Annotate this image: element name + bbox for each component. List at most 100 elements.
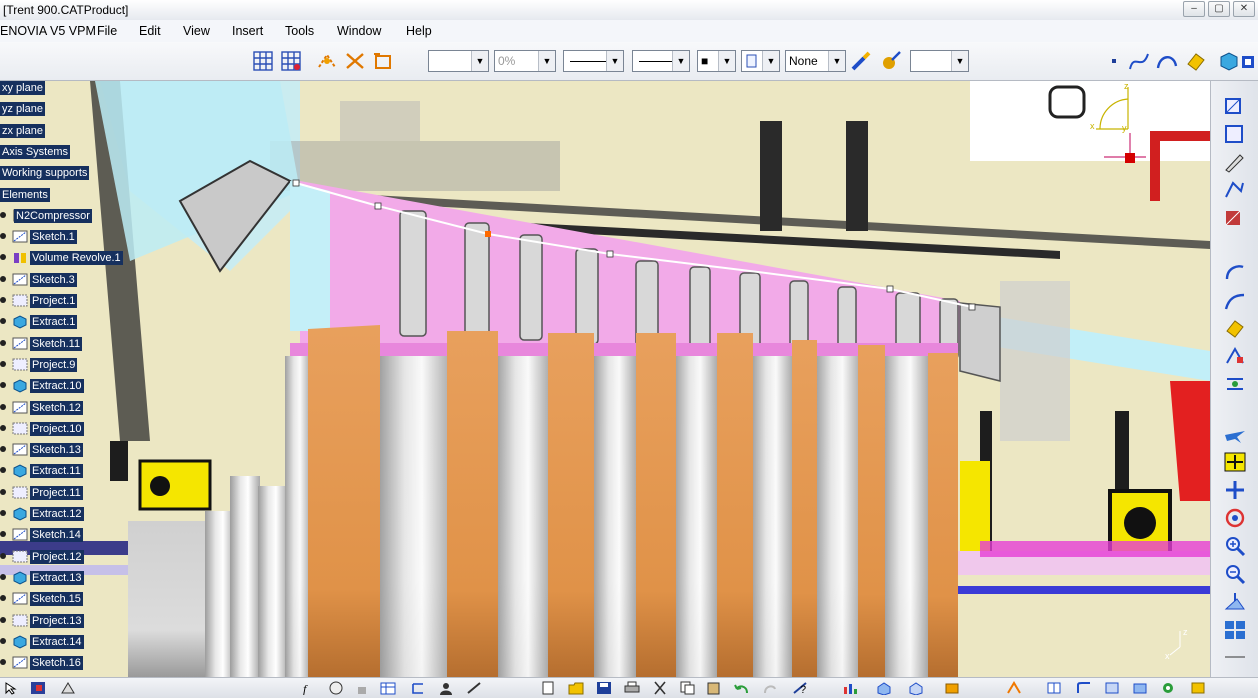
expand-node-icon[interactable]	[0, 211, 6, 218]
expand-node-icon[interactable]	[0, 339, 6, 346]
shaft-icon[interactable]	[944, 681, 960, 695]
lock-icon[interactable]	[354, 681, 370, 695]
expand-node-icon[interactable]	[0, 573, 6, 580]
expand-node-icon[interactable]	[0, 637, 6, 644]
chamfer-icon[interactable]	[1104, 681, 1120, 695]
part-design-icon[interactable]	[1218, 50, 1240, 72]
measure-icon[interactable]	[466, 681, 482, 695]
more-icon[interactable]	[1223, 649, 1247, 665]
expand-node-icon[interactable]	[0, 616, 6, 623]
expand-node-icon[interactable]	[0, 552, 6, 559]
minimize-button[interactable]: –	[1183, 1, 1205, 17]
close-button[interactable]: ✕	[1233, 1, 1255, 17]
expand-node-icon[interactable]	[0, 318, 6, 325]
thickness-icon[interactable]	[1190, 681, 1206, 695]
zoom-in-icon[interactable]	[1223, 535, 1247, 557]
snap-grid-icon[interactable]	[280, 50, 302, 72]
hole-icon[interactable]	[1046, 681, 1062, 695]
geometry-constraint-icon[interactable]	[344, 50, 366, 72]
fillet-icon[interactable]	[1076, 681, 1092, 695]
paintbrush-icon[interactable]	[850, 50, 872, 72]
expand-node-icon[interactable]	[0, 382, 6, 389]
select-icon[interactable]	[4, 681, 20, 695]
expand-node-icon[interactable]	[0, 467, 6, 474]
globe-icon[interactable]	[328, 681, 344, 695]
pencil-icon[interactable]	[1223, 151, 1247, 173]
restore-button[interactable]: ▢	[1208, 1, 1230, 17]
linetype-combo[interactable]: ▼	[563, 50, 624, 72]
view-icon[interactable]	[60, 681, 76, 695]
menu-brand[interactable]: ENOVIA V5 VPM	[0, 24, 96, 38]
pan-icon[interactable]	[1223, 479, 1247, 501]
profile-icon[interactable]	[1223, 179, 1247, 201]
save-icon[interactable]	[596, 681, 612, 695]
app-icon[interactable]	[30, 681, 46, 695]
menu-tools[interactable]: Tools	[285, 24, 314, 38]
color-combo[interactable]: ▼	[428, 50, 489, 72]
pad-icon[interactable]	[876, 681, 892, 696]
pocket-icon[interactable]	[908, 681, 924, 696]
menu-view[interactable]: View	[183, 24, 210, 38]
menu-insert[interactable]: Insert	[232, 24, 263, 38]
expand-node-icon[interactable]	[0, 254, 6, 261]
eraser-icon[interactable]	[1223, 317, 1247, 339]
layer-icon-combo[interactable]: ▼	[741, 50, 780, 72]
workbench-icon[interactable]	[1240, 50, 1258, 72]
copy-icon[interactable]	[680, 681, 696, 695]
expand-node-icon[interactable]	[0, 488, 6, 495]
transparency-combo[interactable]: 0% ▼	[494, 50, 556, 72]
specification-tree[interactable]: xy plane yz plane zx plane Axis Systems Work…	[0, 81, 140, 677]
sketch-icon[interactable]	[1223, 95, 1247, 117]
cut-icon[interactable]	[652, 681, 668, 695]
eraser-icon[interactable]	[1184, 50, 1206, 72]
menu-help[interactable]: Help	[406, 24, 432, 38]
expand-node-icon[interactable]	[0, 531, 6, 538]
expand-node-icon[interactable]	[0, 424, 6, 431]
expand-node-icon[interactable]	[0, 275, 6, 282]
circle-arc-icon[interactable]	[1223, 261, 1247, 283]
point-combo[interactable]: ■ ▼	[697, 50, 736, 72]
layer-combo[interactable]: None ▼	[785, 50, 846, 72]
properties-painter-icon[interactable]	[880, 50, 902, 72]
positioned-sketch-icon[interactable]	[1223, 123, 1247, 145]
construction-icon[interactable]	[316, 50, 338, 72]
fit-all-icon[interactable]	[1223, 451, 1247, 473]
last-combo[interactable]: ▼	[910, 50, 969, 72]
constraint-icon[interactable]	[1223, 345, 1247, 367]
tree-icon[interactable]	[410, 681, 426, 695]
rotate-icon[interactable]	[1223, 507, 1247, 529]
groove-icon[interactable]	[1006, 681, 1022, 695]
paste-icon[interactable]	[706, 681, 722, 695]
new-icon[interactable]	[540, 681, 556, 695]
normal-view-icon[interactable]	[1223, 591, 1247, 613]
operation-icon[interactable]	[1223, 207, 1247, 229]
airplane-icon[interactable]	[1223, 423, 1247, 445]
expand-node-icon[interactable]	[0, 233, 6, 240]
expand-node-icon[interactable]	[0, 297, 6, 303]
menu-window[interactable]: Window	[337, 24, 381, 38]
auto-constraint-icon[interactable]	[1223, 373, 1247, 395]
user-icon[interactable]	[438, 681, 454, 695]
table-icon[interactable]	[380, 681, 396, 695]
redo-icon[interactable]	[762, 681, 778, 695]
undo-icon[interactable]	[734, 681, 750, 695]
spline-icon[interactable]	[1128, 50, 1150, 72]
print-icon[interactable]	[624, 681, 640, 695]
menu-edit[interactable]: Edit	[139, 24, 161, 38]
draft-icon[interactable]	[1132, 681, 1148, 695]
grid-icon[interactable]	[252, 50, 274, 72]
shell-icon[interactable]	[1160, 681, 1176, 695]
bar-chart-icon[interactable]	[842, 681, 858, 695]
multi-view-icon[interactable]	[1223, 619, 1247, 641]
expand-node-icon[interactable]	[0, 403, 6, 410]
expand-node-icon[interactable]	[0, 510, 6, 516]
arc-icon[interactable]	[1156, 50, 1178, 72]
3d-viewport[interactable]: x y z z x xy plane yz plane zx plane Axis S…	[0, 81, 1210, 677]
point-icon[interactable]	[1104, 50, 1126, 72]
expand-node-icon[interactable]	[0, 446, 6, 453]
thickness-combo[interactable]: ▼	[632, 50, 690, 72]
zoom-out-icon[interactable]	[1223, 563, 1247, 585]
open-icon[interactable]	[568, 681, 584, 695]
expand-node-icon[interactable]	[0, 595, 6, 602]
expand-node-icon[interactable]	[0, 659, 6, 666]
